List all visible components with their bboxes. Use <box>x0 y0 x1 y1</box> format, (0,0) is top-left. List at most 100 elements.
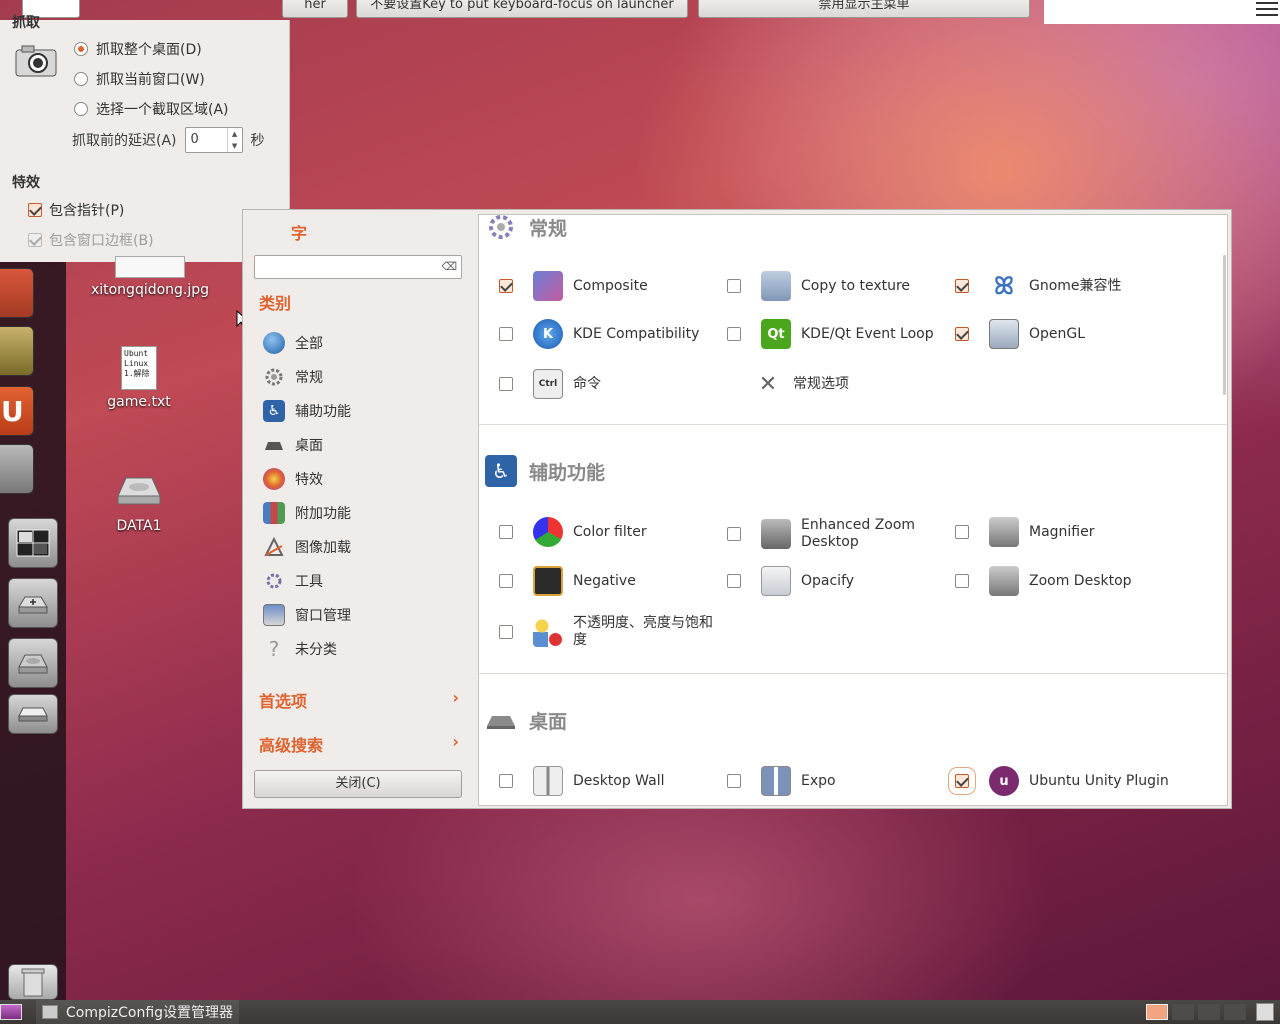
plugin-checkbox[interactable] <box>727 574 741 588</box>
show-desktop-icon[interactable] <box>0 1004 22 1020</box>
effects-title: 特效 <box>12 175 40 191</box>
launcher-trash-icon[interactable] <box>8 964 58 1000</box>
category-extras[interactable]: 附加功能 <box>263 502 351 524</box>
plugin-checkbox[interactable] <box>955 327 969 341</box>
bottom-panel: CompizConfig设置管理器 <box>0 1000 1280 1024</box>
plugin-kde-compat[interactable]: K KDE Compatibility <box>499 319 713 349</box>
plugin-negative[interactable]: Negative <box>499 566 713 596</box>
plugin-gnome[interactable]: ꕤ Gnome兼容性 <box>955 271 1169 301</box>
workspace-switcher-active[interactable] <box>1146 1004 1168 1020</box>
clear-search-icon[interactable]: ⌫ <box>441 260 457 274</box>
launcher-usb-drive-icon[interactable] <box>8 578 58 628</box>
category-window-management[interactable]: 窗口管理 <box>263 604 351 626</box>
plugin-label: Ubuntu Unity Plugin <box>1029 772 1169 789</box>
top-button-disable-menu[interactable]: 禁用显示主菜单 <box>698 0 1030 18</box>
category-image-loading[interactable]: 图像加载 <box>263 536 351 558</box>
preferences-link[interactable]: 首选项 › <box>259 688 459 712</box>
plugin-composite[interactable]: Composite <box>499 271 713 301</box>
plugin-magnifier[interactable]: Magnifier <box>955 517 1169 547</box>
plugin-enhanced-zoom[interactable]: Enhanced Zoom Desktop <box>727 517 941 551</box>
top-button-partial-label: her <box>304 0 326 12</box>
category-label: 常规 <box>295 370 323 386</box>
grab-desktop-radio[interactable] <box>74 42 88 56</box>
grab-window-option[interactable]: 抓取当前窗口(W) <box>74 69 205 89</box>
scrollbar-thumb[interactable] <box>1223 255 1226 395</box>
category-desktop[interactable]: 桌面 <box>263 434 323 456</box>
top-button-keyboard-focus[interactable]: 不要设置Key to put keyboard-focus on launche… <box>356 0 688 18</box>
plugin-label: Desktop Wall <box>573 772 665 789</box>
plugin-checkbox[interactable] <box>499 525 513 539</box>
plugin-checkbox[interactable] <box>948 767 976 795</box>
advanced-search-link[interactable]: 高级搜索 › <box>259 732 459 756</box>
launcher-settings-icon[interactable] <box>0 444 34 494</box>
preferences-label: 首选项 <box>259 692 308 711</box>
plugin-opengl[interactable]: OpenGL <box>955 319 1169 349</box>
grab-area-radio[interactable] <box>74 102 88 116</box>
plugin-commands[interactable]: Ctrl 命令 <box>499 369 713 399</box>
plugin-checkbox[interactable] <box>955 279 969 293</box>
plugin-checkbox[interactable] <box>727 327 741 341</box>
plugin-zoom-desktop[interactable]: Zoom Desktop <box>955 566 1169 596</box>
trash-icon[interactable] <box>1256 1003 1274 1021</box>
launcher-drive-icon[interactable] <box>8 694 58 734</box>
desktop-icon-data1[interactable]: DATA1 <box>104 470 174 534</box>
plugin-checkbox[interactable] <box>955 574 969 588</box>
desktop-icon <box>485 704 517 736</box>
plugin-copy-to-texture[interactable]: Copy to texture <box>727 271 941 301</box>
top-button-partial[interactable]: her <box>282 0 348 18</box>
plugin-desktop-wall[interactable]: Desktop Wall <box>499 766 713 796</box>
launcher-presentation-icon[interactable] <box>0 268 34 318</box>
category-all[interactable]: 全部 <box>263 332 323 354</box>
plugin-kde-qt-event-loop[interactable]: Qt KDE/Qt Event Loop <box>727 319 941 349</box>
workspace-switcher[interactable] <box>1172 1004 1194 1020</box>
plugin-checkbox[interactable] <box>499 377 513 391</box>
include-border-checkbox <box>28 233 42 247</box>
include-pointer-checkbox[interactable] <box>28 203 42 217</box>
launcher-software-center-icon[interactable] <box>0 326 34 376</box>
category-accessibility[interactable]: ♿ 辅助功能 <box>263 400 351 422</box>
category-utility[interactable]: 工具 <box>263 570 323 592</box>
plugin-color-filter[interactable]: Color filter <box>499 517 713 547</box>
grab-area-option[interactable]: 选择一个截取区域(A) <box>74 99 229 119</box>
plugin-checkbox[interactable] <box>499 774 513 788</box>
filter-search-input[interactable]: ⌫ <box>254 255 462 279</box>
launcher-hard-disk-icon[interactable] <box>8 638 58 688</box>
plugin-checkbox[interactable] <box>955 525 969 539</box>
launcher-ubuntu-one-icon[interactable]: U <box>0 386 34 436</box>
close-button[interactable]: 关闭(C) <box>254 770 462 798</box>
enhanced-zoom-icon <box>761 519 791 549</box>
plugin-obs[interactable]: 不透明度、亮度与饱和度 <box>499 615 713 649</box>
hamburger-icon[interactable] <box>1256 2 1278 22</box>
desktop-icon-game-txt[interactable]: Ubunt Linux 1.解除 game.txt <box>94 346 184 410</box>
hard-disk-icon <box>117 477 161 505</box>
plugin-general-options[interactable]: ✕ 常规选项 <box>753 369 933 399</box>
plugin-checkbox[interactable] <box>727 774 741 788</box>
category-title: 类别 <box>259 294 292 313</box>
tools-icon: ✕ <box>758 371 778 397</box>
workspace-switcher[interactable] <box>1198 1004 1220 1020</box>
plugin-checkbox[interactable] <box>727 527 741 541</box>
plugin-expo[interactable]: Expo <box>727 766 941 796</box>
delay-spinner[interactable]: 0 ▲ ▼ <box>184 127 243 153</box>
grab-window-radio[interactable] <box>74 72 88 86</box>
launcher-workspace-icon[interactable] <box>8 518 58 568</box>
plugin-label: Enhanced Zoom Desktop <box>801 517 916 550</box>
spinner-arrows-icon[interactable]: ▲ ▼ <box>226 128 242 152</box>
include-pointer-option[interactable]: 包含指针(P) <box>28 200 124 220</box>
category-effects[interactable]: 特效 <box>263 468 323 490</box>
plugin-checkbox[interactable] <box>727 279 741 293</box>
plugin-checkbox[interactable] <box>499 279 513 293</box>
plugin-opacify[interactable]: Opacify <box>727 566 941 596</box>
grab-window-label: 抓取当前窗口(W) <box>96 72 205 88</box>
camera-icon <box>14 42 58 78</box>
category-uncategorized[interactable]: ? 未分类 <box>263 638 337 660</box>
plugin-checkbox[interactable] <box>499 574 513 588</box>
workspace-switcher[interactable] <box>1224 1004 1246 1020</box>
category-general[interactable]: 常规 <box>263 366 323 388</box>
taskbar-item-ccsm[interactable]: CompizConfig设置管理器 <box>36 1000 240 1024</box>
desktop-icon-xitongqidong[interactable]: xitongqidong.jpg <box>90 256 210 298</box>
plugin-ubuntu-unity[interactable]: u Ubuntu Unity Plugin <box>948 766 1169 796</box>
grab-desktop-option[interactable]: 抓取整个桌面(D) <box>74 39 202 59</box>
plugin-checkbox[interactable] <box>499 327 513 341</box>
plugin-checkbox[interactable] <box>499 625 513 639</box>
